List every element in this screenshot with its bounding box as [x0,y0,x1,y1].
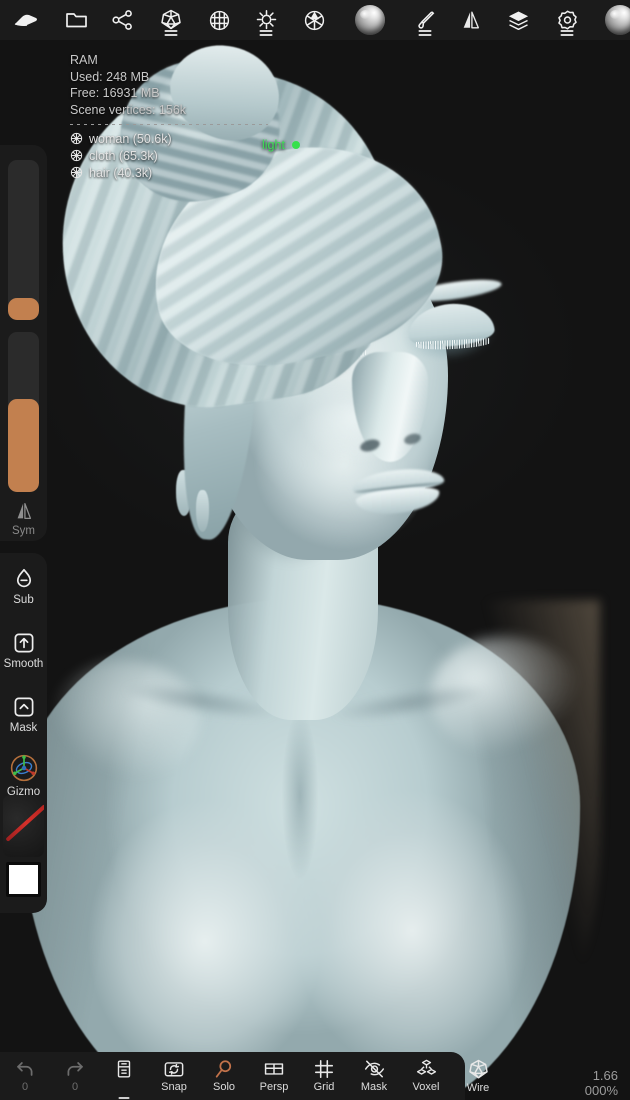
mask-tool-label: Mask [9,722,38,734]
fps-value: 1.66 [592,1068,618,1083]
voxel-mesh-icon[interactable] [196,0,242,40]
square-chevron-up-icon [14,697,33,717]
eye-off-icon [364,1060,384,1078]
percent-value: 000% [584,1083,618,1098]
environment-preview-sphere [605,5,630,35]
viewport-stats: 1.66 000% [585,1068,618,1098]
persp-button[interactable]: Persp [248,1052,300,1100]
layers-list-button[interactable] [100,1052,148,1100]
stroke-preview[interactable] [3,795,44,857]
snap-label: Snap [161,1081,187,1093]
material-preview-sphere [355,5,385,35]
sculpt-left-shoulder-highlight [50,660,200,780]
snap-button[interactable]: Snap [148,1052,200,1100]
magnifier-icon [215,1060,232,1078]
grid-frame-icon [314,1059,334,1079]
square-up-arrow-icon [14,633,33,653]
persp-label: Persp [259,1081,289,1093]
chevron-menu-dash [118,1097,130,1099]
color-swatch[interactable] [6,862,41,897]
brush-radius-fill [8,297,39,320]
symmetry-tool-label: Sym [12,525,35,537]
wireframe-icon [468,1059,488,1079]
symmetry-tool[interactable]: Sym [0,500,47,537]
mask-view-button[interactable]: Mask [348,1052,400,1100]
solo-label: Solo [212,1081,236,1093]
brush-radius-slider[interactable] [8,160,39,320]
voxel-label: Voxel [412,1081,440,1093]
perspective-grid-icon [264,1063,284,1075]
settings-gear-icon[interactable] [542,0,592,40]
gizmo-tool[interactable]: Gizmo [0,753,47,798]
redo-count: 0 [71,1081,79,1093]
share-icon[interactable] [100,0,146,40]
voxel-button[interactable]: Voxel [400,1052,452,1100]
brush-intensity-slider[interactable] [8,332,39,492]
bottom-toolbar: 0 0 Snap Solo Persp Grid Mask Voxel Wire [0,1052,489,1100]
wire-label: Wire [466,1082,490,1094]
wire-button[interactable]: Wire [452,1052,504,1100]
app-root: RAM Used: 248 MB Free: 16931 MB Scene ve… [0,0,630,1100]
list-panel-icon [117,1060,131,1078]
sidebar-brush-panel: Sym [0,145,47,541]
voxel-cubes-icon [416,1059,436,1075]
mask-view-label: Mask [360,1081,388,1093]
brush-intensity-fill [8,399,39,492]
undo-button[interactable]: 0 [0,1052,50,1100]
undo-count: 0 [21,1081,29,1093]
redo-arrow-icon [67,1062,83,1076]
snap-camera-icon [164,1062,184,1077]
mask-tool[interactable]: Mask [0,695,47,734]
undo-arrow-icon [17,1062,33,1076]
subtract-tool[interactable]: Sub [0,567,47,606]
layers-icon[interactable] [494,0,542,40]
chevron-menu-dashes [560,30,574,36]
redo-button[interactable]: 0 [50,1052,100,1100]
stroke-preview-line [5,804,44,842]
mirror-icon [17,503,31,519]
topology-icon[interactable] [146,0,196,40]
top-toolbar [0,0,630,40]
gizmo-axes-icon [10,754,37,782]
solo-button[interactable]: Solo [200,1052,248,1100]
folder-icon[interactable] [52,0,100,40]
smooth-tool-label: Smooth [3,658,44,670]
paint-brush-icon[interactable] [402,0,448,40]
subtract-tool-label: Sub [13,594,34,606]
sidebar-tools-panel: Sub Smooth Mask Gizmo [0,553,47,913]
postprocess-icon[interactable] [290,0,338,40]
grid-button[interactable]: Grid [300,1052,348,1100]
mirror-icon[interactable] [448,0,494,40]
lighting-icon[interactable] [242,0,290,40]
environment-sphere-icon[interactable] [592,0,630,40]
smooth-tool[interactable]: Smooth [0,631,47,670]
material-sphere-icon[interactable] [338,0,402,40]
grid-label: Grid [313,1081,335,1093]
chevron-menu-dashes [259,30,273,36]
sculpt-warm-rim-light [470,600,600,1030]
sculpt-headwrap-drip [196,490,209,532]
chevron-menu-dashes [164,30,178,36]
chevron-menu-dashes [418,30,432,36]
drop-minus-icon [16,568,31,588]
eraser-icon[interactable] [0,0,52,40]
sculpt-viewport[interactable] [0,0,630,1100]
